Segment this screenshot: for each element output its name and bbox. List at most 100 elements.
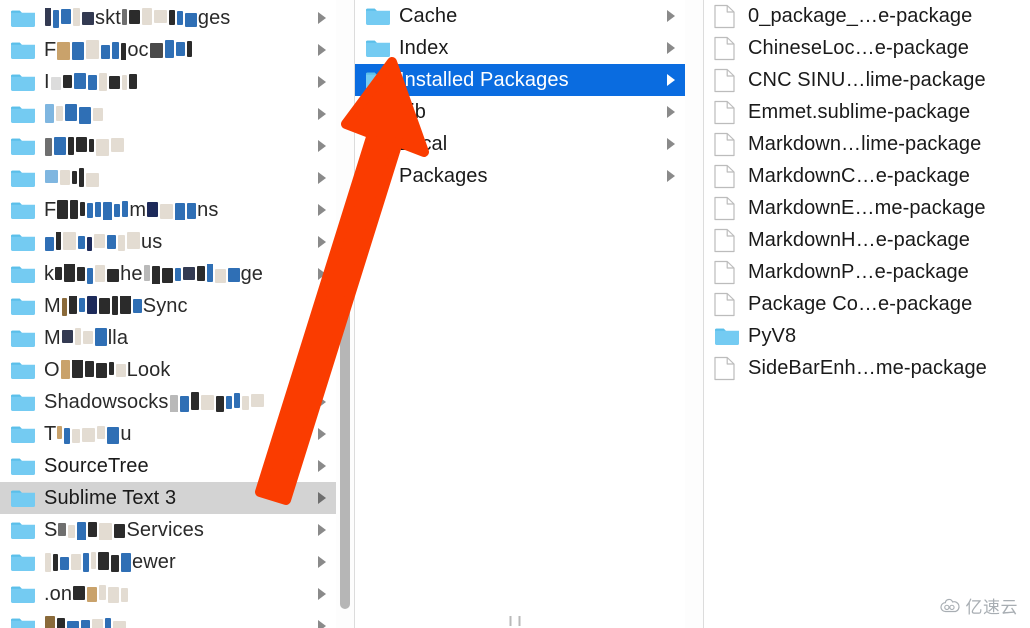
scrollbar-thumb[interactable] [340, 301, 350, 610]
disclosure-triangle-icon[interactable] [667, 42, 675, 54]
folder-icon-wrap [10, 614, 40, 628]
disclosure-triangle-icon[interactable] [667, 74, 675, 86]
folder-row[interactable]: I [0, 66, 336, 98]
disclosure-triangle-icon[interactable] [318, 332, 326, 344]
finder-column-3[interactable]: 0_package_…e-package ChineseLoc…e-package… [704, 0, 1014, 628]
folder-icon [10, 266, 35, 284]
item-label: Tu [44, 424, 132, 444]
folder-icon-wrap [365, 100, 395, 124]
folder-row[interactable]: Packages [355, 160, 685, 192]
folder-row[interactable]: Mlla [0, 322, 336, 354]
folder-icon-wrap [10, 486, 40, 510]
item-label: Markdown…lime-package [748, 134, 982, 154]
disclosure-triangle-icon[interactable] [667, 10, 675, 22]
folder-icon-wrap [10, 358, 40, 382]
disclosure-triangle-icon[interactable] [318, 44, 326, 56]
item-label: Fm ns [44, 199, 219, 221]
folder-icon-wrap [365, 164, 395, 188]
file-icon [714, 196, 735, 220]
item-label: 0_package_…e-package [748, 6, 973, 26]
file-row[interactable]: CNC SINU…lime-package [704, 64, 1014, 96]
folder-icon [10, 298, 35, 316]
folder-row[interactable]: Cache [355, 0, 685, 32]
folder-row[interactable]: us [0, 226, 336, 258]
folder-icon-wrap [10, 262, 40, 286]
folder-row[interactable]: Installed Packages [355, 64, 685, 96]
disclosure-triangle-icon[interactable] [318, 460, 326, 472]
file-row[interactable]: MarkdownC…e-package [704, 160, 1014, 192]
folder-row[interactable]: Fm ns [0, 194, 336, 226]
disclosure-triangle-icon[interactable] [318, 588, 326, 600]
folder-row[interactable]: O Look [0, 354, 336, 386]
disclosure-triangle-icon[interactable] [318, 620, 326, 628]
item-label: k he ge [44, 263, 264, 285]
disclosure-triangle-icon[interactable] [318, 396, 326, 408]
disclosure-triangle-icon[interactable] [318, 236, 326, 248]
file-row[interactable]: SideBarEnh…me-package [704, 352, 1014, 384]
folder-row[interactable] [0, 162, 336, 194]
disclosure-triangle-icon[interactable] [318, 172, 326, 184]
disclosure-triangle-icon[interactable] [318, 12, 326, 24]
folder-row[interactable]: ewer [0, 546, 336, 578]
disclosure-triangle-icon[interactable] [318, 428, 326, 440]
folder-row[interactable]: M Sync [0, 290, 336, 322]
folder-row[interactable]: Lib [355, 96, 685, 128]
file-row[interactable]: MarkdownP…e-package [704, 256, 1014, 288]
watermark: 亿速云 [939, 593, 1019, 618]
folder-row[interactable] [0, 98, 336, 130]
disclosure-triangle-icon[interactable] [667, 106, 675, 118]
finder-column-2[interactable]: Cache Index Installed Packages Lib Local Pack… [355, 0, 685, 628]
disclosure-triangle-icon[interactable] [318, 108, 326, 120]
folder-row[interactable]: k he ge [0, 258, 336, 290]
file-row[interactable]: MarkdownH…e-package [704, 224, 1014, 256]
folder-row[interactable]: Shadowsocks [0, 386, 336, 418]
folder-row[interactable]: Tu [0, 418, 336, 450]
folder-icon [365, 104, 390, 122]
folder-icon [10, 106, 35, 124]
folder-row[interactable]: .on [0, 578, 336, 610]
scrollbar-track[interactable] [339, 0, 351, 628]
file-row[interactable]: Emmet.sublime-package [704, 96, 1014, 128]
folder-icon-wrap [365, 4, 395, 28]
folder-row[interactable]: skt ges [0, 2, 336, 34]
disclosure-triangle-icon[interactable] [318, 204, 326, 216]
item-label [44, 136, 125, 156]
disclosure-triangle-icon[interactable] [318, 556, 326, 568]
item-label: SideBarEnh…me-package [748, 358, 987, 378]
folder-row[interactable]: Local [355, 128, 685, 160]
item-label: Foc [44, 39, 193, 61]
file-row[interactable]: Package Co…e-package [704, 288, 1014, 320]
folder-icon [10, 42, 35, 60]
folder-icon-wrap [10, 550, 40, 574]
folder-row[interactable]: SourceTree [0, 450, 336, 482]
folder-row[interactable]: Foc [0, 34, 336, 66]
file-icon [714, 100, 735, 124]
disclosure-triangle-icon[interactable] [318, 300, 326, 312]
disclosure-triangle-icon[interactable] [318, 268, 326, 280]
folder-row[interactable]: Sublime Text 3 [0, 482, 336, 514]
folder-row[interactable]: S Services [0, 514, 336, 546]
folder-icon [365, 40, 390, 58]
folder-row[interactable]: PyV8 [704, 320, 1014, 352]
file-row[interactable]: Markdown…lime-package [704, 128, 1014, 160]
folder-row[interactable] [0, 610, 336, 628]
folder-icon [365, 8, 390, 26]
file-row[interactable]: 0_package_…e-package [704, 0, 1014, 32]
disclosure-triangle-icon[interactable] [667, 170, 675, 182]
disclosure-triangle-icon[interactable] [318, 524, 326, 536]
disclosure-triangle-icon[interactable] [318, 364, 326, 376]
column-resize-grip-2[interactable] [509, 616, 521, 626]
folder-icon-wrap [10, 230, 40, 254]
disclosure-triangle-icon[interactable] [667, 138, 675, 150]
file-row[interactable]: ChineseLoc…e-package [704, 32, 1014, 64]
file-icon-wrap [714, 68, 744, 92]
file-row[interactable]: MarkdownE…me-package [704, 192, 1014, 224]
finder-column-1[interactable]: skt ges Foc I Fm ns us k he ge M Sync Mlla O Look Shado… [0, 0, 336, 628]
folder-row[interactable]: Index [355, 32, 685, 64]
finder-column-1-scrollbar[interactable] [336, 0, 354, 628]
item-label: skt ges [44, 7, 230, 28]
disclosure-triangle-icon[interactable] [318, 492, 326, 504]
disclosure-triangle-icon[interactable] [318, 76, 326, 88]
disclosure-triangle-icon[interactable] [318, 140, 326, 152]
folder-row[interactable] [0, 130, 336, 162]
